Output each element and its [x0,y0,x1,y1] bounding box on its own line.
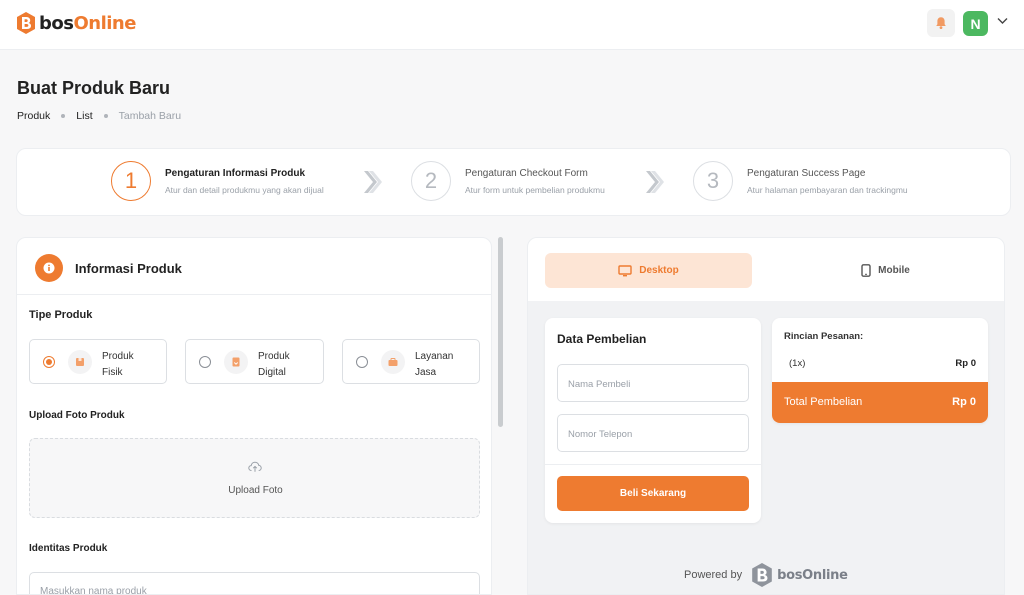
desktop-icon [618,264,632,277]
form-scrollbar[interactable] [498,237,503,427]
step-number-circle: 3 [693,161,733,201]
type-option-layanan-jasa[interactable]: Layanan Jasa [342,339,480,384]
powered-by-footer: Powered by bosOnline [684,563,848,587]
type-label: Layanan Jasa [415,351,454,378]
bosonline-logo-text: bosOnline [39,12,136,34]
order-item-price: Rp 0 [955,358,976,369]
powered-by-logo-text: bosOnline [777,567,848,583]
step-number-circle: 2 [411,161,451,201]
radio-button[interactable] [199,356,211,368]
total-label: Total Pembelian [784,396,863,408]
notification-button[interactable] [927,9,955,37]
double-chevron-right-icon [646,171,664,193]
type-option-produk-fisik[interactable]: Produk Fisik [29,339,167,384]
preview-tabs: Desktop Mobile [528,238,1004,301]
order-summary-title: Rincian Pesanan: [784,331,864,342]
bell-icon [936,17,946,29]
tipe-produk-label: Tipe Produk [29,309,93,321]
breadcrumb-list[interactable]: List [76,110,92,122]
step-description: Atur halaman pembayaran dan trackingmu [747,184,908,195]
step-informasi-produk: 1 Pengaturan Informasi Produk Atur dan d… [111,161,324,201]
upload-photo-dropzone[interactable]: Upload Foto [29,438,480,518]
product-name-input[interactable]: Masukkan nama produk [29,572,480,594]
upload-foto-label: Upload Foto Produk [29,410,125,421]
type-label: Produk Fisik [102,351,134,378]
step-title: Pengaturan Success Page [747,167,866,179]
total-amount: Rp 0 [952,396,976,408]
checkout-preview-panel: Desktop Mobile Data Pembelian Nama Pembe… [527,237,1005,595]
panel-title: Informasi Produk [75,261,182,276]
type-label: Produk Digital [258,351,290,378]
upload-foto-text: Upload Foto [228,485,283,496]
radio-button[interactable] [356,356,368,368]
buyer-name-input[interactable]: Nama Pembeli [557,364,749,402]
cloud-upload-icon [248,461,262,472]
page-title: Buat Produk Baru [17,78,171,98]
purchase-data-card: Data Pembelian Nama Pembeli Nomor Telepo… [545,318,761,523]
mobile-icon [861,264,871,277]
breadcrumb-current: Tambah Baru [118,110,182,122]
bosonline-logo-icon [17,12,35,34]
tab-mobile[interactable]: Mobile [782,253,989,288]
step-title: Pengaturan Informasi Produk [165,167,306,179]
breadcrumb-separator [103,114,108,118]
product-info-panel: Informasi Produk Tipe Produk Produk Fisik… [16,237,492,595]
breadcrumb-produk[interactable]: Produk [17,110,50,122]
divider [545,464,761,465]
bosonline-logo-icon [752,563,772,587]
breadcrumb-separator [61,114,66,118]
user-avatar[interactable]: N [963,11,988,36]
radio-button[interactable] [43,356,55,368]
info-icon [35,254,63,282]
tab-desktop[interactable]: Desktop [545,253,752,288]
buy-now-button[interactable]: Beli Sekarang [557,476,749,511]
progress-stepper: 1 Pengaturan Informasi Produk Atur dan d… [16,148,1011,216]
breadcrumb: Produk List Tambah Baru [17,110,181,122]
service-icon [381,350,405,374]
chevron-down-icon[interactable] [997,17,1008,25]
powered-by-text: Powered by [684,569,743,581]
step-number-circle: 1 [111,161,151,201]
identitas-produk-label: Identitas Produk [29,543,108,554]
step-description: Atur dan detail produkmu yang akan dijua… [165,184,324,195]
step-title: Pengaturan Checkout Form [465,167,588,179]
step-checkout-form: 2 Pengaturan Checkout Form Atur form unt… [411,161,605,201]
step-success-page: 3 Pengaturan Success Page Atur halaman p… [693,161,908,201]
purchase-title: Data Pembelian [557,332,647,346]
digital-file-icon [224,350,248,374]
step-description: Atur form untuk pembelian produkmu [465,184,605,195]
phone-number-input[interactable]: Nomor Telepon [557,414,749,452]
double-chevron-right-icon [364,171,382,193]
order-summary-card: Rincian Pesanan: (1x) Rp 0 Total Pembeli… [772,318,988,423]
box-icon [68,350,92,374]
panel-header: Informasi Produk [17,238,491,295]
order-quantity: (1x) [789,358,806,369]
bosonline-logo[interactable]: bosOnline [16,11,136,35]
order-total-bar: Total Pembelian Rp 0 [772,382,988,423]
type-option-produk-digital[interactable]: Produk Digital [185,339,324,384]
top-bar: bosOnline N [0,0,1024,50]
